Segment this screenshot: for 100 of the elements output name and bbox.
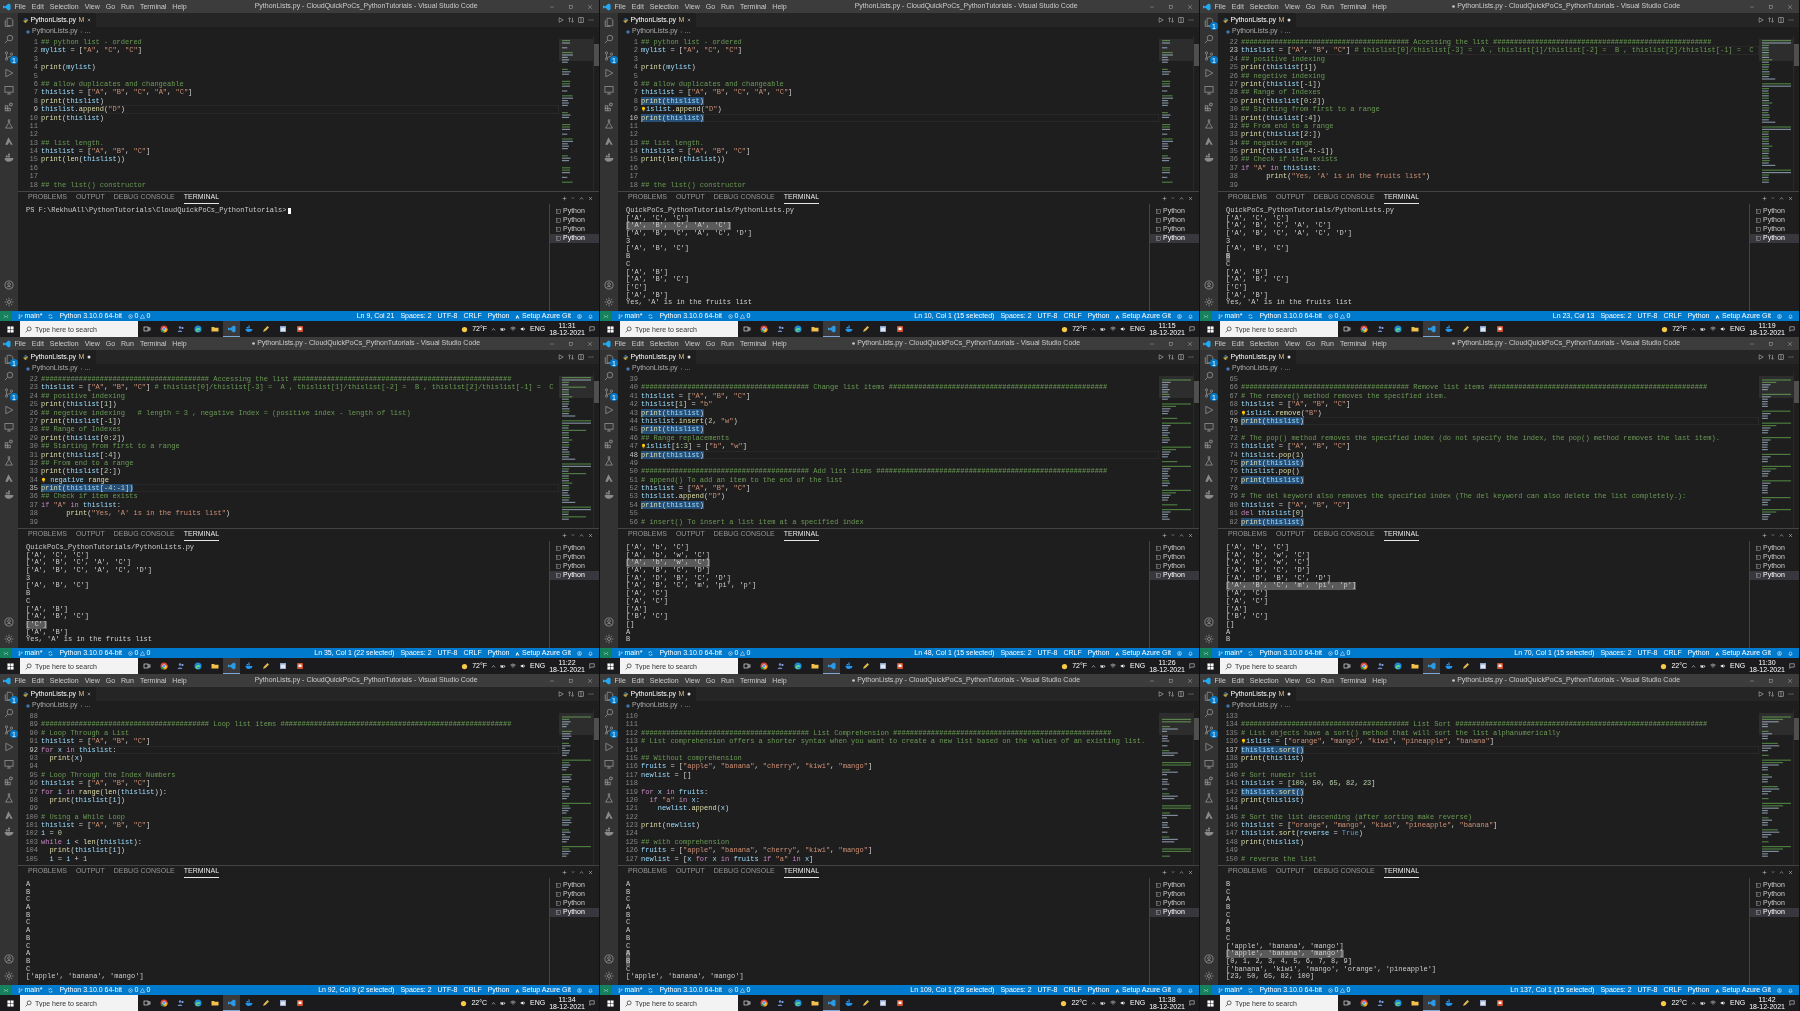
windows-logo-icon[interactable] <box>1206 999 1214 1007</box>
window-icon[interactable] <box>1478 662 1487 670</box>
battery-icon[interactable] <box>500 663 506 669</box>
bell-icon[interactable] <box>1788 313 1793 319</box>
files-icon[interactable] <box>1204 17 1214 27</box>
split-editor-icon[interactable] <box>1778 17 1784 23</box>
files-icon[interactable] <box>4 354 14 364</box>
whale-icon[interactable] <box>4 153 14 163</box>
bell-icon[interactable] <box>588 650 593 656</box>
run-icon[interactable] <box>4 68 14 78</box>
source-control-icon[interactable] <box>4 388 14 398</box>
notification-icon[interactable] <box>1189 326 1195 332</box>
sync-icon[interactable] <box>1248 650 1254 656</box>
split-editor-icon[interactable] <box>1178 17 1184 23</box>
whale-icon[interactable] <box>244 999 253 1007</box>
close-icon[interactable] <box>1188 532 1193 538</box>
browser-icon[interactable] <box>793 325 802 333</box>
folder-icon[interactable] <box>210 662 219 670</box>
battery-icon[interactable] <box>1100 663 1106 669</box>
caret-icon[interactable] <box>1771 196 1775 200</box>
volume-icon[interactable] <box>520 1000 526 1006</box>
sync-icon[interactable] <box>48 650 54 656</box>
compare-icon[interactable] <box>1768 691 1774 697</box>
whale-icon[interactable] <box>604 827 614 837</box>
notification-icon[interactable] <box>1189 663 1195 669</box>
chevron-up-icon[interactable] <box>579 869 584 875</box>
play-icon[interactable] <box>1758 354 1764 360</box>
task-view-icon[interactable] <box>142 999 151 1007</box>
account-icon[interactable] <box>4 280 14 290</box>
monitor-icon[interactable] <box>4 422 14 432</box>
maximize-icon[interactable] <box>1768 677 1774 684</box>
extensions-icon[interactable] <box>1204 776 1214 786</box>
a-logo-icon[interactable] <box>604 473 614 483</box>
caret-icon[interactable] <box>1171 533 1175 537</box>
caret-up-icon[interactable] <box>1691 663 1696 669</box>
play-icon[interactable] <box>1758 691 1764 697</box>
code-editor-icon[interactable] <box>1427 324 1436 333</box>
pen-icon[interactable] <box>261 325 270 333</box>
close-icon[interactable] <box>1187 340 1193 347</box>
windows-logo-icon[interactable] <box>6 325 14 333</box>
close-icon[interactable] <box>1788 869 1793 875</box>
task-view-icon[interactable] <box>742 325 751 333</box>
extensions-icon[interactable] <box>604 776 614 786</box>
task-view-icon[interactable] <box>142 662 151 670</box>
settings-icon[interactable] <box>1204 297 1214 307</box>
whale-icon[interactable] <box>1444 325 1453 333</box>
settings-icon[interactable] <box>4 971 14 981</box>
pen-icon[interactable] <box>861 325 870 333</box>
close-icon[interactable] <box>1788 532 1793 538</box>
run-icon[interactable] <box>4 742 14 752</box>
whale-icon[interactable] <box>244 325 253 333</box>
whale-icon[interactable] <box>604 153 614 163</box>
files-icon[interactable] <box>4 691 14 701</box>
lightbulb-icon[interactable] <box>641 106 646 113</box>
folder-icon[interactable] <box>810 999 819 1007</box>
extensions-icon[interactable] <box>1204 102 1214 112</box>
plus-icon[interactable] <box>1162 532 1167 538</box>
sync-icon[interactable] <box>1248 313 1254 319</box>
window-icon[interactable] <box>878 325 887 333</box>
caret-icon[interactable] <box>1171 870 1175 874</box>
browser-icon[interactable] <box>793 999 802 1007</box>
run-icon[interactable] <box>1204 742 1214 752</box>
close-icon[interactable] <box>587 3 593 10</box>
monitor-icon[interactable] <box>1204 422 1214 432</box>
slides-icon[interactable] <box>295 999 304 1007</box>
source-control-icon[interactable] <box>1204 388 1214 398</box>
volume-icon[interactable] <box>520 326 526 332</box>
extensions-icon[interactable] <box>4 776 14 786</box>
source-control-icon[interactable] <box>4 725 14 735</box>
chevron-up-icon[interactable] <box>1779 869 1784 875</box>
browser-icon[interactable] <box>159 999 168 1007</box>
whale-icon[interactable] <box>4 490 14 500</box>
volume-icon[interactable] <box>520 663 526 669</box>
code-editor-icon[interactable] <box>827 324 836 333</box>
compare-icon[interactable] <box>1168 17 1174 23</box>
unsaved-dot-icon[interactable] <box>1286 692 1291 696</box>
files-icon[interactable] <box>604 354 614 364</box>
bell-icon[interactable] <box>1188 650 1193 656</box>
play-icon[interactable] <box>558 17 564 23</box>
browser-icon[interactable] <box>193 999 202 1007</box>
notification-icon[interactable] <box>589 663 595 669</box>
sync-icon[interactable] <box>648 650 654 656</box>
people-icon[interactable] <box>176 325 185 333</box>
plus-icon[interactable] <box>1762 195 1767 201</box>
monitor-icon[interactable] <box>1204 85 1214 95</box>
maximize-icon[interactable] <box>1168 340 1174 347</box>
scrollbar-thumb[interactable] <box>594 718 599 740</box>
windows-logo-icon[interactable] <box>1206 325 1214 333</box>
search-icon[interactable] <box>4 371 14 381</box>
caret-up-icon[interactable] <box>1091 663 1096 669</box>
code-editor-icon[interactable] <box>227 998 236 1007</box>
compare-icon[interactable] <box>1168 354 1174 360</box>
bell-icon[interactable] <box>1788 650 1793 656</box>
browser-icon[interactable] <box>793 662 802 670</box>
files-icon[interactable] <box>1204 354 1214 364</box>
plus-icon[interactable] <box>562 869 567 875</box>
run-icon[interactable] <box>1204 405 1214 415</box>
windows-logo-icon[interactable] <box>606 325 614 333</box>
run-icon[interactable] <box>604 405 614 415</box>
play-icon[interactable] <box>558 354 564 360</box>
